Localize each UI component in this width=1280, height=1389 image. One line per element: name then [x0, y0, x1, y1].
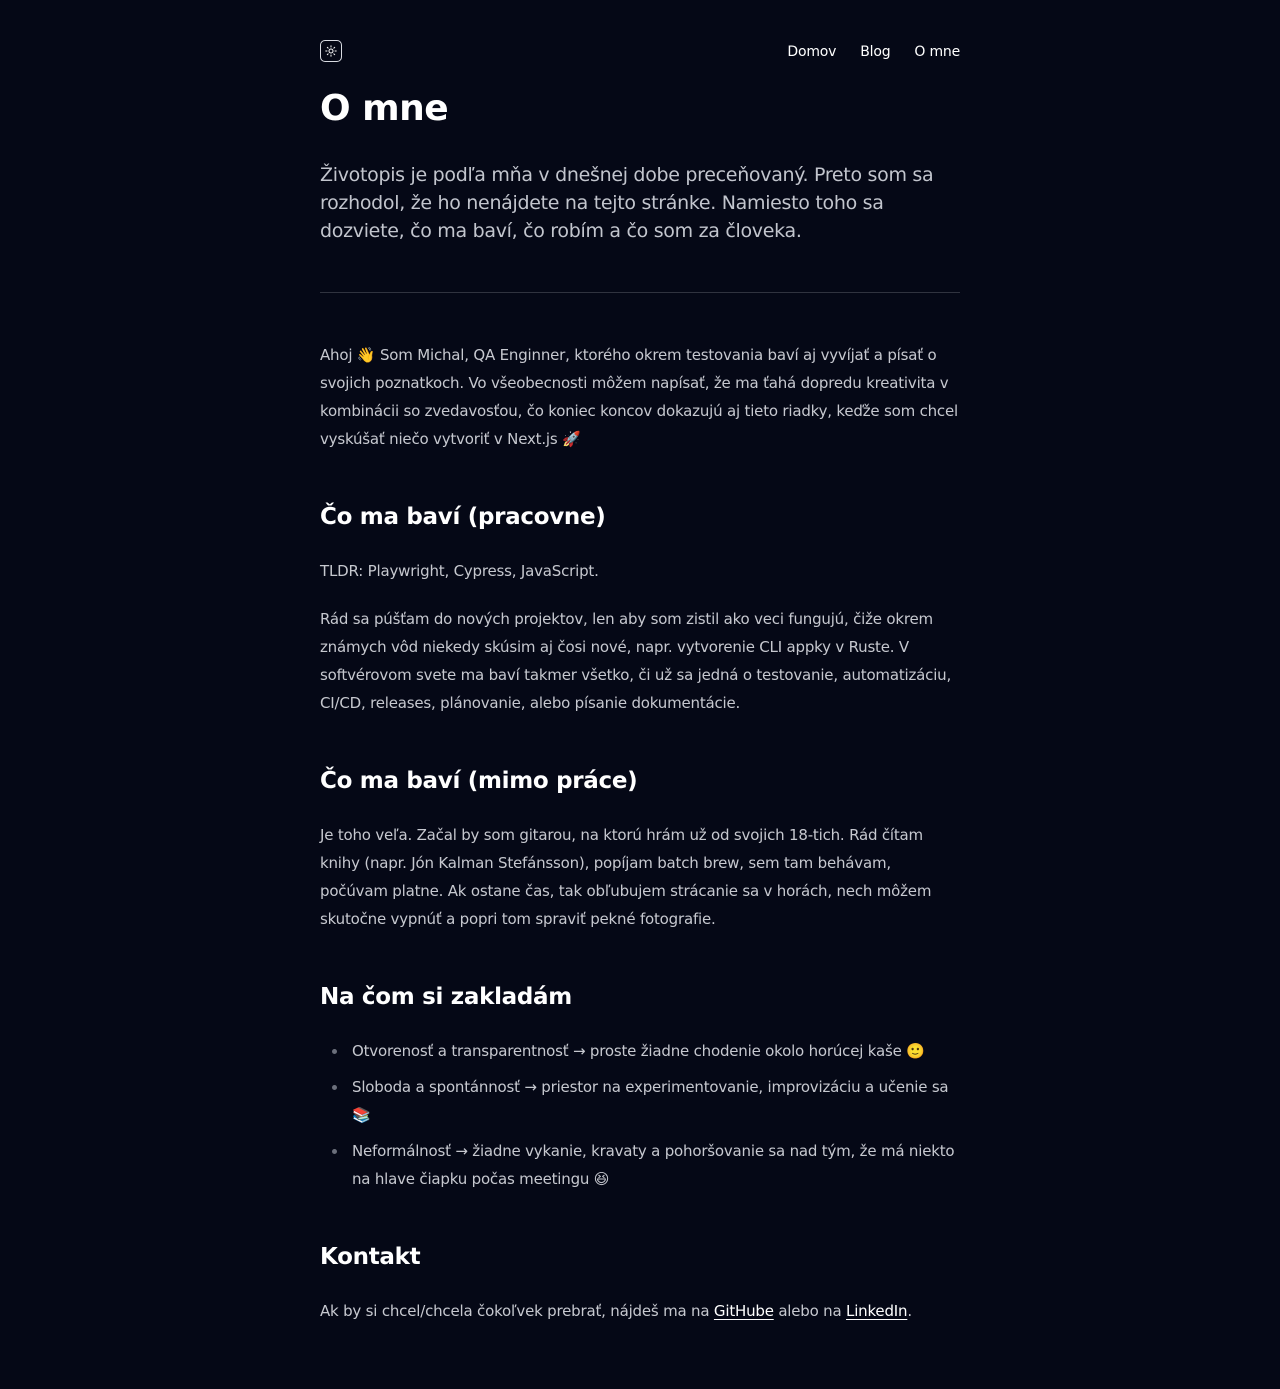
contact-text-before: Ak by si chcel/chcela čokoľvek prebrať, … — [320, 1302, 710, 1320]
intro-text: Som Michal, QA Enginner, ktorého okrem t… — [320, 346, 958, 448]
bullet-icon — [332, 1049, 337, 1054]
bullet-icon — [332, 1085, 337, 1090]
smiling-face-icon: 🙂 — [906, 1042, 925, 1060]
contact-paragraph: Ak by si chcel/chcela čokoľvek prebrať, … — [320, 1297, 960, 1325]
work-section: Čo ma baví (pracovne) — [320, 502, 960, 532]
books-icon: 📚 — [352, 1106, 371, 1124]
theme-toggle-button[interactable] — [320, 40, 342, 62]
values-section: Na čom si zakladám — [320, 982, 960, 1012]
value-text: Sloboda a spontánnosť → priestor na expe… — [352, 1078, 949, 1096]
value-text: Neformálnosť → žiadne vykanie, kravaty a… — [352, 1142, 955, 1188]
bullet-icon — [332, 1149, 337, 1154]
hobbies-text-block: Je toho veľa. Začal by som gitarou, na k… — [320, 821, 960, 933]
nav-link-o-mne[interactable]: O mne — [914, 43, 960, 61]
contact-text-after: . — [907, 1302, 912, 1320]
nav-link-domov[interactable]: Domov — [787, 43, 836, 61]
work-paragraph: Rád sa púšťam do nových projektov, len a… — [320, 610, 952, 712]
work-tldr-block: TLDR: Playwright, Cypress, JavaScript. — [320, 557, 960, 585]
linkedin-link[interactable]: LinkedIn — [846, 1302, 907, 1320]
main-nav: Domov Blog O mne — [787, 43, 960, 61]
list-item: Otvorenosť a transparentnosť → proste ži… — [320, 1037, 960, 1065]
sun-icon — [325, 45, 337, 57]
hobbies-section: Čo ma baví (mimo práce) — [320, 766, 960, 796]
contact-heading: Kontakt — [320, 1244, 421, 1270]
contact-text-block: Ak by si chcel/chcela čokoľvek prebrať, … — [320, 1297, 960, 1325]
laughing-face-icon: 😆 — [593, 1170, 610, 1188]
work-tldr: TLDR: Playwright, Cypress, JavaScript. — [320, 562, 599, 580]
values-heading: Na čom si zakladám — [320, 984, 572, 1010]
list-item: Sloboda a spontánnosť → priestor na expe… — [320, 1073, 960, 1129]
page-lead: Životopis je podľa mňa v dnešnej dobe pr… — [320, 164, 934, 242]
intro-paragraph: Ahoj 👋 Som Michal, QA Enginner, ktorého … — [320, 341, 960, 453]
intro-section: Ahoj 👋 Som Michal, QA Enginner, ktorého … — [320, 341, 960, 453]
hobbies-heading: Čo ma baví (mimo práce) — [320, 768, 638, 794]
values-list: Otvorenosť a transparentnosť → proste ži… — [320, 1037, 960, 1193]
contact-text-middle: alebo na — [778, 1302, 842, 1320]
values-list-block: Otvorenosť a transparentnosť → proste ži… — [320, 1037, 960, 1201]
contact-section: Kontakt — [320, 1242, 960, 1272]
work-text-block: Rád sa púšťam do nových projektov, len a… — [320, 605, 960, 717]
hobbies-paragraph: Je toho veľa. Začal by som gitarou, na k… — [320, 826, 932, 928]
page-title: O mne — [320, 88, 449, 129]
intro-greeting: Ahoj — [320, 346, 353, 364]
work-heading: Čo ma baví (pracovne) — [320, 504, 606, 530]
page-container: Domov Blog O mne O mne Životopis je podľ… — [320, 0, 960, 1320]
value-text: Otvorenosť a transparentnosť → proste ži… — [352, 1042, 902, 1060]
waving-hand-icon: 👋 — [356, 346, 376, 364]
list-item: Neformálnosť → žiadne vykanie, kravaty a… — [320, 1137, 960, 1193]
github-link[interactable]: GitHube — [714, 1302, 774, 1320]
rocket-icon: 🚀 — [562, 430, 581, 448]
section-divider — [320, 292, 960, 293]
nav-link-blog[interactable]: Blog — [860, 43, 890, 61]
